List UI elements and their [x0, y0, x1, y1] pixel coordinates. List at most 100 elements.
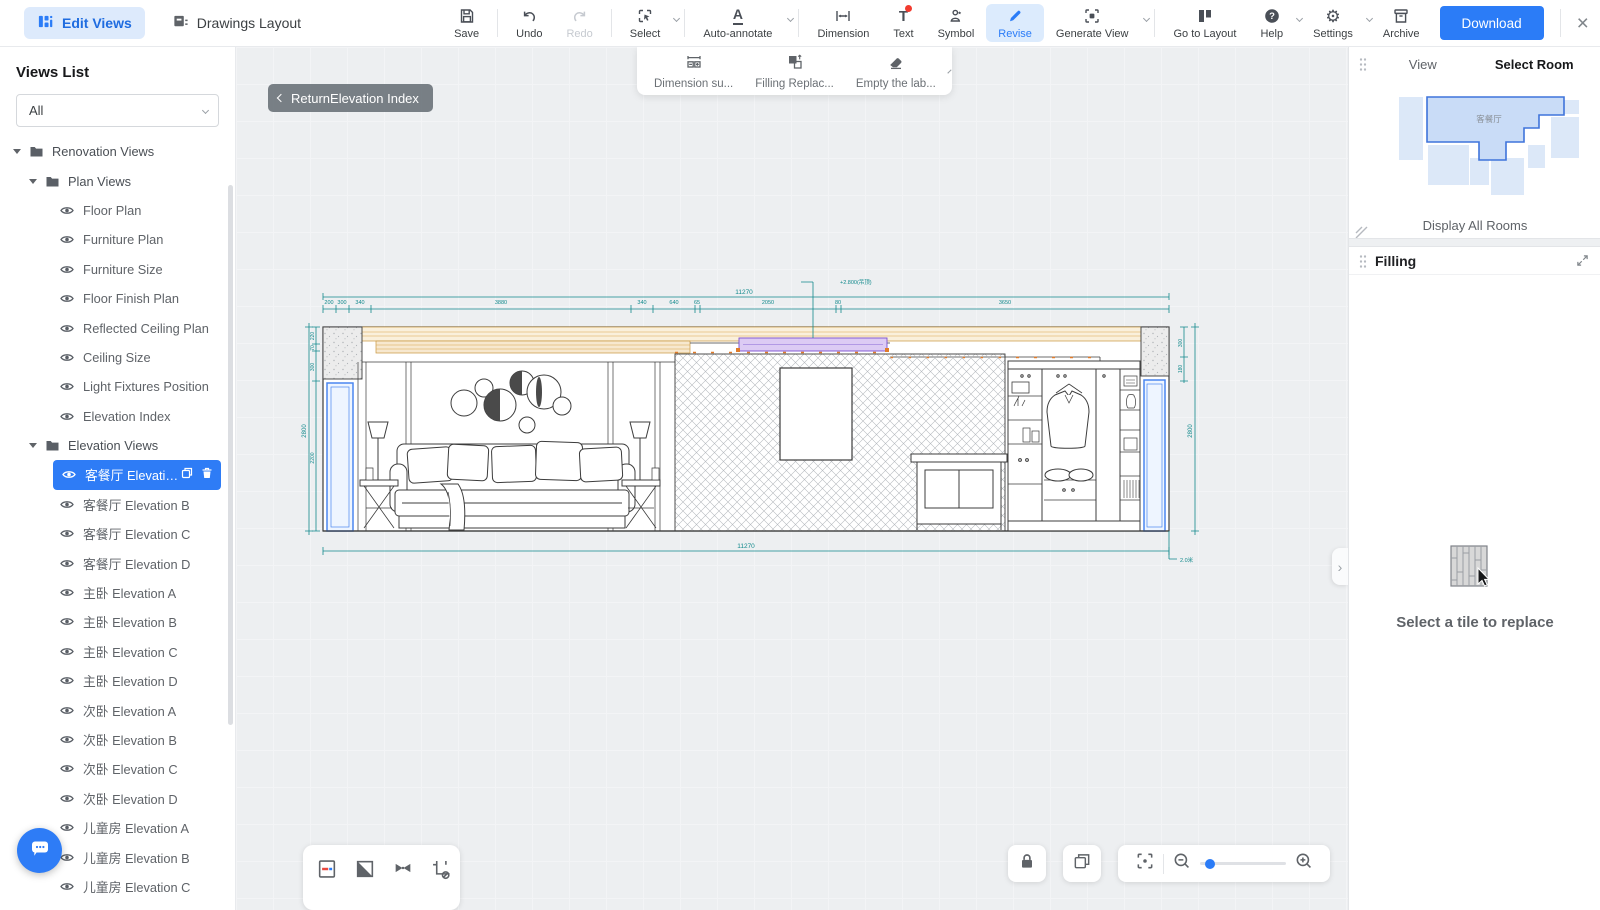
tree-item-floor-plan[interactable]: Floor Plan — [0, 196, 235, 225]
svg-text:2050: 2050 — [762, 300, 774, 306]
bowtie-icon[interactable] — [391, 857, 415, 881]
generate-view-tool[interactable]: Generate View — [1044, 4, 1149, 42]
tile-thumbnail[interactable] — [1448, 544, 1494, 592]
tree-item-次卧-elevation-b[interactable]: 次卧 Elevation B — [0, 725, 235, 754]
display-all-rooms-button[interactable]: Display All Rooms — [1349, 218, 1600, 233]
symbol-tool[interactable]: Symbol — [926, 4, 987, 42]
tree-item-renovation-views[interactable]: Renovation Views — [0, 137, 235, 166]
half-fill-icon[interactable] — [353, 857, 377, 881]
room-shape[interactable] — [1399, 97, 1423, 160]
settings-tool[interactable]: ⚙ Settings — [1301, 4, 1371, 42]
caret-down-icon[interactable] — [13, 149, 21, 154]
empty-label-tool[interactable]: Empty the lab... — [845, 51, 947, 92]
filling-panel-header[interactable]: Filling — [1349, 247, 1600, 275]
tree-item-ceiling-size[interactable]: Ceiling Size — [0, 343, 235, 372]
ceiling-light-band[interactable] — [736, 338, 889, 352]
close-icon[interactable]: × — [1567, 13, 1599, 34]
tree-item-reflected-ceiling-plan[interactable]: Reflected Ceiling Plan — [0, 313, 235, 342]
save-tool[interactable]: Save — [442, 4, 491, 42]
room-shape[interactable] — [1564, 100, 1579, 114]
tree-item-主卧-elevation-d[interactable]: 主卧 Elevation D — [0, 666, 235, 695]
tree-item-elevation-views[interactable]: Elevation Views — [0, 431, 235, 460]
zoom-slider-knob[interactable] — [1205, 859, 1215, 869]
panel-collapse-handle[interactable]: › — [1332, 548, 1348, 585]
room-minimap[interactable]: 客餐厅 — [1389, 92, 1589, 207]
lock-card[interactable] — [1008, 845, 1046, 882]
tree-item-客餐厅-elevation-a[interactable]: 客餐厅 Elevation A — [53, 460, 221, 489]
filling-replace-tool[interactable]: Filling Replac... — [744, 51, 845, 92]
dimension-summary-tool[interactable]: Dimension su... — [643, 51, 744, 92]
go-to-layout-tool[interactable]: Go to Layout — [1161, 4, 1248, 42]
tab-select-room[interactable]: Select Room — [1479, 57, 1591, 72]
wardrobe[interactable] — [1008, 361, 1140, 531]
tree-item-儿童房-elevation-c[interactable]: 儿童房 Elevation C — [0, 872, 235, 901]
chevron-down-icon[interactable] — [673, 15, 680, 22]
delete-view-icon[interactable] — [201, 467, 213, 482]
caret-down-icon[interactable] — [29, 179, 37, 184]
tree-item-主卧-elevation-b[interactable]: 主卧 Elevation B — [0, 607, 235, 636]
elevation-drawing[interactable]: 11270 200 300 340 3880 340 640 65 2050 8… — [296, 268, 1216, 568]
sofa[interactable] — [390, 441, 635, 530]
zoom-in-icon[interactable] — [1294, 851, 1314, 876]
image-export-icon[interactable] — [315, 857, 339, 881]
console-table[interactable] — [911, 454, 1007, 530]
tab-edit-views[interactable]: Edit Views — [24, 7, 145, 39]
feature-wall-panel[interactable] — [780, 368, 852, 460]
tree-item-light-fixtures-position[interactable]: Light Fixtures Position — [0, 372, 235, 401]
fit-view-icon[interactable] — [1135, 851, 1155, 876]
download-button[interactable]: Download — [1440, 6, 1544, 40]
tab-drawings-layout[interactable]: Drawings Layout — [159, 7, 314, 39]
drag-handle-icon[interactable] — [1359, 254, 1367, 268]
tree-item-主卧-elevation-a[interactable]: 主卧 Elevation A — [0, 578, 235, 607]
chat-support-button[interactable] — [17, 828, 62, 873]
room-shape[interactable] — [1491, 158, 1524, 195]
tree-item-次卧-elevation-d[interactable]: 次卧 Elevation D — [0, 784, 235, 813]
tree-item-次卧-elevation-c[interactable]: 次卧 Elevation C — [0, 754, 235, 783]
duplicate-card[interactable] — [1063, 845, 1101, 882]
tab-view[interactable]: View — [1367, 57, 1479, 72]
caret-down-icon[interactable] — [29, 443, 37, 448]
views-filter-select[interactable]: All — [16, 94, 219, 127]
chevron-down-icon[interactable] — [787, 15, 794, 22]
topbar-left: Edit Views Drawings Layout — [0, 7, 314, 39]
zoom-out-icon[interactable] — [1172, 851, 1192, 876]
return-elevation-index-button[interactable]: ReturnElevation Index — [268, 84, 433, 112]
tree-item-客餐厅-elevation-c[interactable]: 客餐厅 Elevation C — [0, 519, 235, 548]
text-tool[interactable]: T Text — [881, 4, 925, 42]
undo-tool[interactable]: Undo — [504, 4, 554, 42]
tree-item-次卧-elevation-a[interactable]: 次卧 Elevation A — [0, 695, 235, 724]
chevron-down-icon[interactable] — [947, 69, 951, 73]
drawing-canvas[interactable]: ReturnElevation Index Dimension su... Fi… — [236, 47, 1348, 910]
tree-item-elevation-index[interactable]: Elevation Index — [0, 402, 235, 431]
auto-annotate-tool[interactable]: A Auto-annotate — [691, 4, 792, 42]
tree-item-客餐厅-elevation-d[interactable]: 客餐厅 Elevation D — [0, 548, 235, 577]
room-shape[interactable] — [1470, 158, 1489, 185]
tree-item-plan-views[interactable]: Plan Views — [0, 166, 235, 195]
tree-item-floor-finish-plan[interactable]: Floor Finish Plan — [0, 284, 235, 313]
revise-tool[interactable]: Revise — [986, 4, 1044, 42]
drag-handle-icon[interactable] — [1359, 57, 1367, 71]
chevron-down-icon[interactable] — [1143, 15, 1150, 22]
duplicate-view-icon[interactable] — [181, 467, 193, 482]
expand-icon[interactable] — [1576, 254, 1589, 267]
view-eye-icon — [60, 558, 74, 569]
room-shape[interactable] — [1428, 145, 1469, 185]
tree-item-furniture-plan[interactable]: Furniture Plan — [0, 225, 235, 254]
resize-handle-icon[interactable] — [1354, 225, 1368, 239]
zoom-slider[interactable] — [1200, 862, 1286, 865]
redo-tool[interactable]: Redo — [554, 4, 604, 42]
room-shape[interactable] — [1528, 145, 1545, 168]
archive-tool[interactable]: Archive — [1371, 4, 1432, 42]
select-tool[interactable]: Select — [618, 4, 679, 42]
tree-item-主卧-elevation-c[interactable]: 主卧 Elevation C — [0, 637, 235, 666]
room-shape[interactable] — [1551, 117, 1579, 158]
dimension-icon — [834, 6, 852, 26]
dimension-tool[interactable]: Dimension — [805, 4, 881, 42]
tree-item-label: 次卧 Elevation A — [83, 701, 176, 720]
help-tool[interactable]: ? Help — [1248, 4, 1301, 42]
toolbar-separator — [684, 9, 685, 37]
crop-disabled-icon[interactable] — [429, 857, 453, 881]
tree-item-客餐厅-elevation-b[interactable]: 客餐厅 Elevation B — [0, 490, 235, 519]
tree-item-furniture-size[interactable]: Furniture Size — [0, 255, 235, 284]
sidebar-scrollbar[interactable] — [228, 185, 233, 725]
